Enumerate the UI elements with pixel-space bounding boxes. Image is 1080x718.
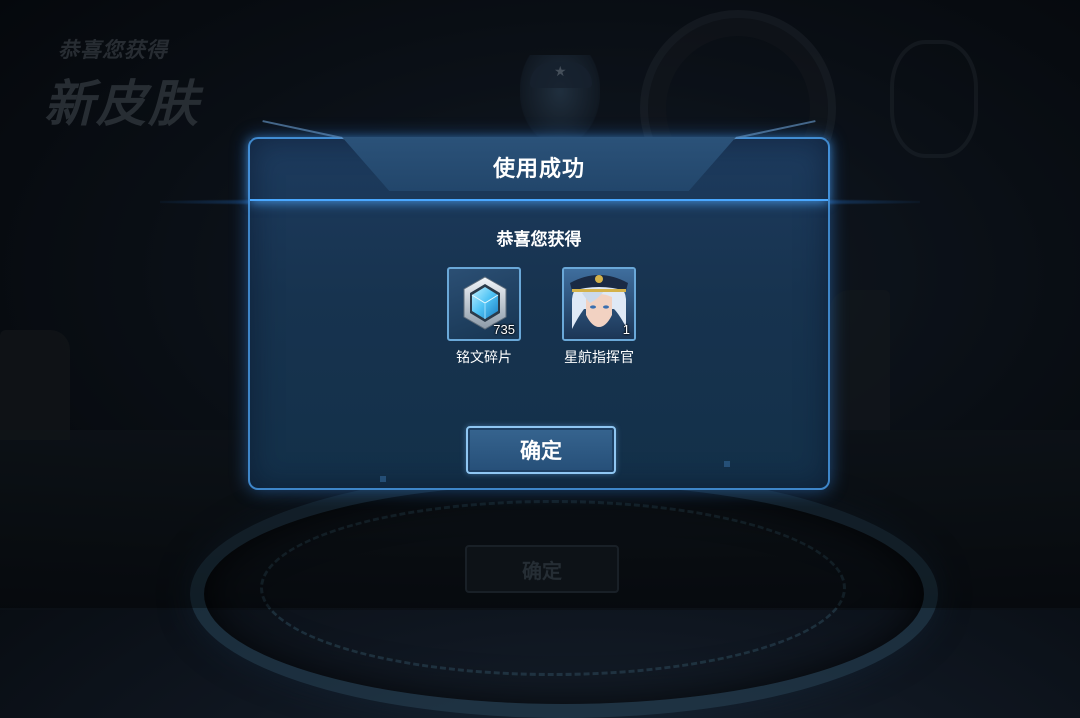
decorative-dot xyxy=(380,476,386,482)
dialog-header: 使用成功 xyxy=(250,120,828,201)
decorative-dot xyxy=(724,461,730,467)
reward-name: 星航指挥官 xyxy=(564,350,634,366)
reward-count: 735 xyxy=(493,322,515,337)
reward-count: 1 xyxy=(622,322,630,337)
dialog-subtitle: 恭喜您获得 xyxy=(496,230,582,250)
reward-icon-frame: 1 xyxy=(562,267,636,341)
dialog-title: 使用成功 xyxy=(492,157,585,182)
reward-icon-frame: 735 xyxy=(447,267,521,341)
reward-item-hero-skin[interactable]: 1 星航指挥官 xyxy=(544,267,654,367)
reward-item-inscription-fragment[interactable]: 735 铭文碎片 xyxy=(429,267,539,367)
success-dialog: 使用成功 恭喜您获得 735 铭文碎片 1 星航指挥官 确定 xyxy=(248,120,830,490)
reward-name: 铭文碎片 xyxy=(456,350,512,366)
confirm-button[interactable]: 确定 xyxy=(466,426,616,474)
